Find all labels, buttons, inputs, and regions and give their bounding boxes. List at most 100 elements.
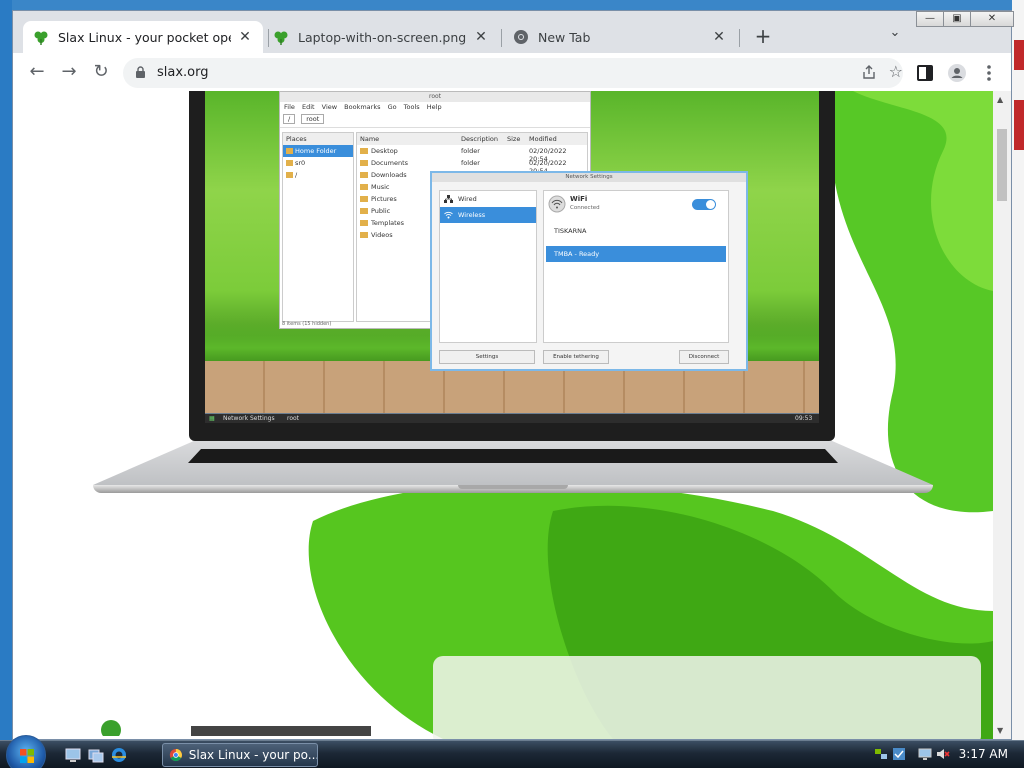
file-description: folder	[461, 159, 480, 167]
switch-windows-icon[interactable]	[87, 746, 105, 764]
wifi-title: WiFi	[570, 195, 588, 203]
network-type-wireless[interactable]: Wireless	[440, 207, 536, 223]
network-tray-icon[interactable]	[874, 747, 888, 761]
chrome-icon	[514, 30, 528, 44]
places-panel: Places Home Folder sr0 /	[282, 132, 354, 322]
tab-new-tab[interactable]: New Tab ✕	[503, 21, 737, 53]
desktop-red-element	[1014, 40, 1024, 70]
tab-search-button[interactable]: ⌄	[885, 25, 905, 45]
tab-strip: Slax Linux - your pocket operating syste…	[13, 11, 1014, 53]
tab-separator	[501, 29, 502, 47]
slax-task-folder[interactable]: root	[287, 415, 299, 422]
system-tray: 3:17 AM	[868, 743, 1024, 767]
clover-icon	[274, 31, 288, 45]
file-name: Templates	[371, 219, 405, 227]
tab-close-button[interactable]: ✕	[473, 29, 489, 45]
table-row[interactable]: Desktop folder 02/20/2022 20:54	[357, 145, 587, 163]
folder-icon	[360, 196, 368, 202]
place-item[interactable]: sr0	[283, 157, 353, 169]
network-type-label: Wireless	[458, 211, 486, 219]
side-panel-icon[interactable]	[915, 63, 935, 83]
file-name: Documents	[371, 159, 409, 167]
reload-button[interactable]: ↻	[89, 61, 113, 85]
settings-button[interactable]: Settings	[439, 350, 535, 364]
slax-logo-peek	[101, 720, 371, 736]
tab-laptop-image[interactable]: Laptop-with-on-screen.png (978× ✕	[263, 21, 499, 53]
scroll-down-arrow[interactable]: ▼	[997, 726, 1003, 735]
menu-file[interactable]: File	[284, 103, 295, 111]
taskbar-clock: 3:17 AM	[958, 747, 1008, 761]
place-item[interactable]: Home Folder	[283, 145, 353, 157]
security-tray-icon[interactable]	[892, 747, 906, 761]
show-desktop-icon[interactable]	[64, 746, 82, 764]
tab-close-button[interactable]: ✕	[711, 29, 727, 45]
start-button[interactable]	[6, 735, 46, 768]
column-modified[interactable]: Modified	[529, 135, 557, 143]
menu-tools[interactable]: Tools	[404, 103, 420, 111]
folder-icon	[360, 232, 368, 238]
network-type-label: Wired	[458, 195, 477, 203]
internet-explorer-icon[interactable]	[110, 746, 128, 764]
tab-slax[interactable]: Slax Linux - your pocket operating syste…	[23, 21, 263, 53]
more-menu-icon[interactable]	[979, 63, 999, 83]
chrome-icon	[169, 748, 182, 762]
menu-help[interactable]: Help	[427, 103, 442, 111]
place-item[interactable]: /	[283, 169, 353, 181]
folder-icon	[360, 160, 368, 166]
minimize-button[interactable]: —	[916, 11, 944, 27]
enable-tethering-button[interactable]: Enable tethering	[543, 350, 609, 364]
new-tab-button[interactable]: +	[751, 25, 775, 49]
places-header: Places	[283, 133, 353, 145]
scrollbar-thumb[interactable]	[997, 129, 1007, 201]
access-point-row[interactable]: TISKARNA	[546, 223, 726, 239]
disconnect-button[interactable]: Disconnect	[679, 350, 729, 364]
table-row[interactable]: Documentsfolder02/20/2022 20:54	[357, 157, 587, 175]
share-icon[interactable]	[861, 64, 877, 80]
menu-edit[interactable]: Edit	[302, 103, 315, 111]
taskbar-task-chrome[interactable]: Slax Linux - your po...	[162, 743, 318, 767]
page-scrollbar[interactable]: ▲ ▼	[993, 91, 1011, 739]
column-description[interactable]: Description	[461, 135, 498, 143]
address-bar[interactable]: slax.org ☆	[123, 58, 903, 88]
slax-taskbar: ▦ Network Settings root 09:53	[205, 413, 819, 423]
menu-view[interactable]: View	[322, 103, 337, 111]
maximize-button[interactable]: ▣	[943, 11, 971, 27]
laptop-base	[93, 441, 933, 493]
access-point-row[interactable]: TMBA - Ready	[546, 246, 726, 262]
network-type-wired[interactable]: Wired	[440, 191, 536, 207]
menu-bookmarks[interactable]: Bookmarks	[344, 103, 380, 111]
wifi-toggle[interactable]	[692, 199, 716, 210]
column-size[interactable]: Size	[507, 135, 520, 143]
close-window-button[interactable]: ✕	[970, 11, 1014, 27]
access-point-name: TMBA - Ready	[554, 250, 600, 258]
monitor-tray-icon[interactable]	[918, 747, 932, 761]
menu-go[interactable]: Go	[388, 103, 397, 111]
slax-task-network[interactable]: Network Settings	[223, 415, 275, 422]
folder-icon	[360, 220, 368, 226]
desktop-left-edge	[0, 0, 12, 740]
bookmark-star-icon[interactable]: ☆	[889, 62, 903, 81]
forward-button[interactable]: →	[57, 61, 81, 85]
wired-icon	[444, 195, 453, 203]
back-button[interactable]: ←	[25, 61, 49, 85]
network-button-row: Settings Enable tethering Disconnect	[439, 350, 729, 364]
tab-separator	[739, 29, 740, 47]
path-segment[interactable]: root	[301, 114, 325, 124]
file-manager-title: root	[428, 93, 442, 100]
taskbar-task-label: Slax Linux - your po...	[188, 748, 317, 762]
folder-icon	[360, 172, 368, 178]
scroll-up-arrow[interactable]: ▲	[997, 95, 1003, 104]
windows-logo-icon	[20, 749, 34, 763]
browser-window: Slax Linux - your pocket operating syste…	[12, 10, 1014, 740]
file-description: folder	[461, 147, 480, 155]
file-name: Pictures	[371, 195, 397, 203]
folder-icon	[360, 148, 368, 154]
profile-avatar-icon[interactable]	[947, 63, 967, 83]
slax-menu-icon[interactable]: ▦	[209, 415, 215, 422]
path-segment[interactable]: /	[283, 114, 296, 124]
volume-muted-icon[interactable]	[936, 747, 950, 761]
column-name[interactable]: Name	[360, 135, 379, 143]
access-point-name: TISKARNA	[554, 227, 587, 235]
tab-close-button[interactable]: ✕	[237, 29, 253, 45]
laptop-lid: root File Edit View Bookmarks Go Tools H…	[189, 91, 835, 441]
